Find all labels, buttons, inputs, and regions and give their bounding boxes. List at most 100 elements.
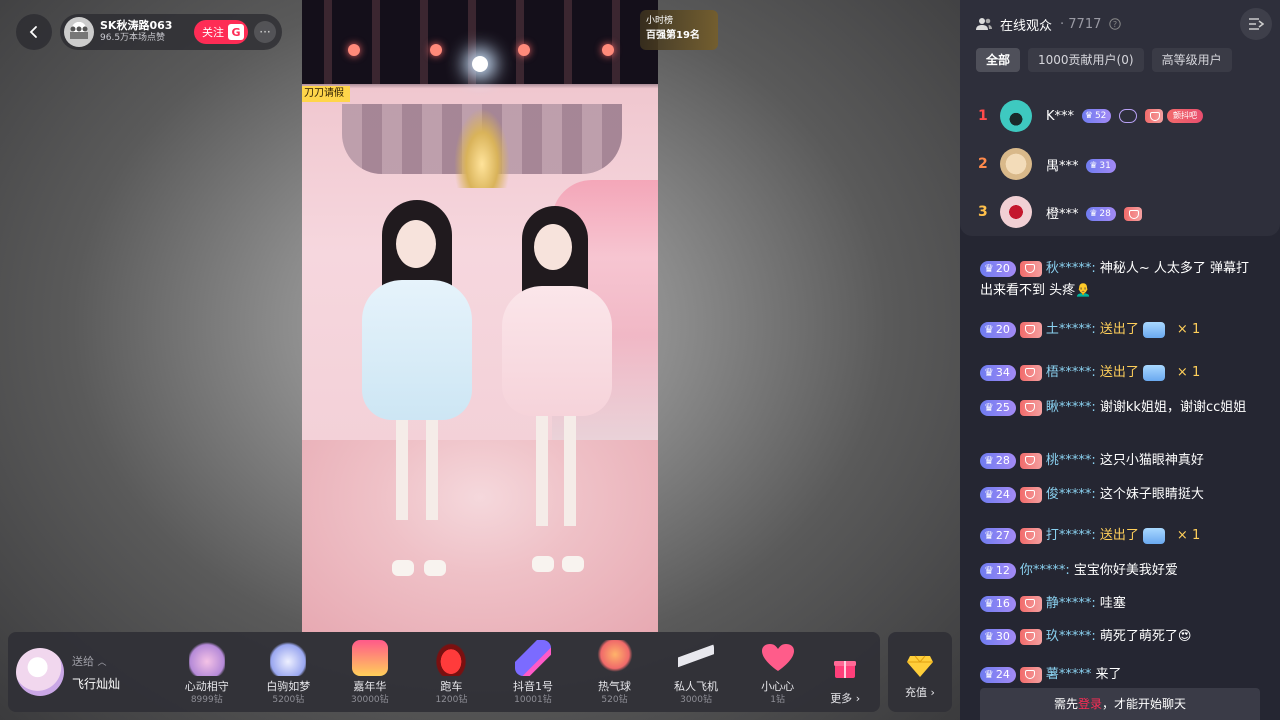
audience-row[interactable]: 2 禺*** ♛ 31	[960, 146, 1280, 182]
chandelier	[454, 108, 510, 188]
recharge-label: 充值	[905, 686, 928, 699]
back-button[interactable]	[16, 14, 52, 50]
chat-gift-text: 送出了	[1099, 322, 1139, 337]
login-link[interactable]: 登录	[1078, 697, 1102, 711]
chat-message: ♛ 28 桃*****: 这只小猫眼神真好	[980, 450, 1260, 472]
chat-username[interactable]: 静*****:	[1046, 596, 1096, 611]
chat-login-prompt: 需先登录，才能开始聊天	[980, 688, 1260, 720]
live-video[interactable]: 刀刀请假	[302, 0, 658, 632]
collapse-panel-button[interactable]	[1240, 8, 1272, 40]
crown-icon: ♛	[984, 322, 994, 336]
chat-message: ♛ 16 静*****: 哇塞	[980, 593, 1260, 615]
hourly-rank-badge[interactable]: 小时榜 百强第19名	[640, 10, 718, 50]
chevron-up-icon: ︿	[97, 657, 107, 668]
host-name[interactable]: SK秋涛路063	[100, 19, 188, 32]
crown-icon: ♛	[1084, 111, 1093, 121]
fan-club-icon	[1019, 364, 1042, 381]
sports-car-gift-icon	[433, 640, 470, 676]
audience-panel: 在线观众 · 7717 ? 全部 1000贡献用户(0) 高等级用户 1 K**…	[960, 0, 1280, 236]
host-card[interactable]: SK秋涛路063 96.5万本场点赞 关注 G ···	[60, 14, 282, 50]
crown-icon: ♛	[1089, 161, 1098, 171]
gift-item[interactable]: 跑车 1200钻	[412, 640, 490, 706]
chat-gift-text: 送出了	[1099, 528, 1139, 543]
chat-message: ♛ 20 土*****: 送出了 × 1	[980, 319, 1260, 341]
gift-item[interactable]: 小心心 1钻	[739, 640, 817, 706]
chat-username[interactable]: 俊*****:	[1046, 487, 1096, 502]
chat-username[interactable]: 瞅*****:	[1046, 400, 1096, 415]
carnival-gift-icon	[351, 640, 388, 676]
chat-username[interactable]: 玖*****:	[1046, 629, 1096, 644]
chat-username[interactable]: 你*****:	[1020, 563, 1070, 578]
more-options-button[interactable]: ···	[254, 21, 276, 43]
gift-item[interactable]: 抖音1号 10001钻	[494, 640, 572, 706]
tab-high-level[interactable]: 高等级用户	[1151, 48, 1232, 72]
side-panel: 在线观众 · 7717 ? 全部 1000贡献用户(0) 高等级用户 1 K**…	[960, 0, 1280, 720]
chat-gift-text: 送出了	[1099, 365, 1139, 380]
chevron-left-icon	[29, 26, 37, 38]
fan-club-icon	[1019, 527, 1042, 544]
fan-club-icon	[1019, 666, 1042, 683]
chat-message: ♛ 24 薯***** 来了	[980, 664, 1260, 684]
recipient-name: 飞行灿灿	[72, 676, 121, 691]
more-gifts-button[interactable]: 更多 ›	[820, 654, 870, 706]
gift-count: × 1	[1176, 365, 1201, 380]
tab-top-contributors[interactable]: 1000贡献用户(0)	[1028, 48, 1144, 72]
crown-icon: ♛	[984, 453, 994, 467]
fan-club-icon	[1145, 109, 1164, 123]
host-avatar[interactable]	[64, 17, 94, 47]
fan-club-icon	[1123, 207, 1142, 221]
recharge-button[interactable]: 充值 ›	[888, 632, 952, 712]
rank-position: 百强第19名	[646, 30, 700, 41]
level-badge: ♛ 28	[1086, 207, 1116, 221]
avatar	[1000, 196, 1032, 228]
spotlight	[472, 56, 488, 72]
tab-all[interactable]: 全部	[976, 48, 1021, 72]
performer-right	[492, 206, 622, 606]
chat-username[interactable]: 土*****:	[1046, 322, 1096, 337]
fan-club-icon	[1019, 595, 1042, 612]
ring-badge-icon	[1119, 109, 1138, 123]
gift-item[interactable]: 白驹如梦 5200钻	[249, 640, 327, 706]
chat-message: ♛ 20 秋*****: 神秘人~ 人太多了 弹幕打出来看不到 头疼👨‍🦲	[980, 258, 1260, 302]
audience-name: K***	[1046, 108, 1075, 124]
chat-message: ♛ 24 俊*****: 这个妹子眼睛挺大	[980, 484, 1260, 506]
send-label: 送给 ︿	[72, 654, 107, 668]
gift-bar: 送给 ︿ 飞行灿灿 心动相守 8999钻 白驹如梦 5200钻 嘉年华 3000…	[8, 632, 880, 712]
crown-icon: ♛	[984, 629, 994, 643]
crown-icon: ♛	[984, 365, 994, 379]
level-badge: ♛ 24	[980, 666, 1016, 683]
level-badge: ♛ 20	[980, 260, 1016, 277]
gift-item[interactable]: 私人飞机 3000钻	[657, 640, 735, 706]
audience-tabs: 全部 1000贡献用户(0) 高等级用户	[960, 48, 1280, 72]
chevron-right-icon: ›	[930, 686, 935, 699]
heart-gift-icon	[760, 640, 796, 676]
chat-text: 这只小猫眼神真好	[1095, 453, 1204, 468]
send-to-selector[interactable]: 送给 ︿ 飞行灿灿	[16, 632, 166, 712]
gift-thumbnail-icon	[1142, 321, 1165, 338]
chat-username[interactable]: 梧*****:	[1046, 365, 1096, 380]
level-badge: ♛ 28	[980, 452, 1016, 469]
fan-club-icon	[1019, 399, 1042, 416]
fan-club-icon	[1019, 260, 1042, 277]
audience-row[interactable]: 1 K*** ♛ 52 颤抖吧	[960, 98, 1280, 134]
chat-username[interactable]: 薯*****	[1046, 667, 1092, 682]
gift-list: 心动相守 8999钻 白驹如梦 5200钻 嘉年华 30000钻 跑车 1200…	[166, 632, 872, 712]
crown-icon: ♛	[984, 400, 994, 414]
follow-button[interactable]: 关注 G	[194, 20, 248, 44]
avatar	[1000, 148, 1032, 180]
chat-username[interactable]: 秋*****:	[1046, 261, 1096, 276]
chat-message: ♛ 27 打*****: 送出了 × 1	[980, 525, 1260, 547]
chat-text: 来了	[1091, 667, 1122, 682]
gift-item[interactable]: 热气球 520钻	[576, 640, 654, 706]
chat-username[interactable]: 打*****:	[1046, 528, 1096, 543]
gift-item[interactable]: 嘉年华 30000钻	[331, 640, 409, 706]
gift-thumbnail-icon	[1142, 527, 1165, 544]
level-badge: ♛ 24	[980, 486, 1016, 503]
performer-left	[352, 200, 482, 600]
audience-row[interactable]: 3 橙*** ♛ 28	[960, 194, 1280, 230]
help-icon[interactable]: ?	[1109, 18, 1122, 30]
audience-rank: 3	[978, 204, 988, 220]
gift-item[interactable]: 心动相守 8999钻	[168, 640, 246, 706]
level-badge: ♛ 20	[980, 321, 1016, 338]
chat-username[interactable]: 桃*****:	[1046, 453, 1096, 468]
